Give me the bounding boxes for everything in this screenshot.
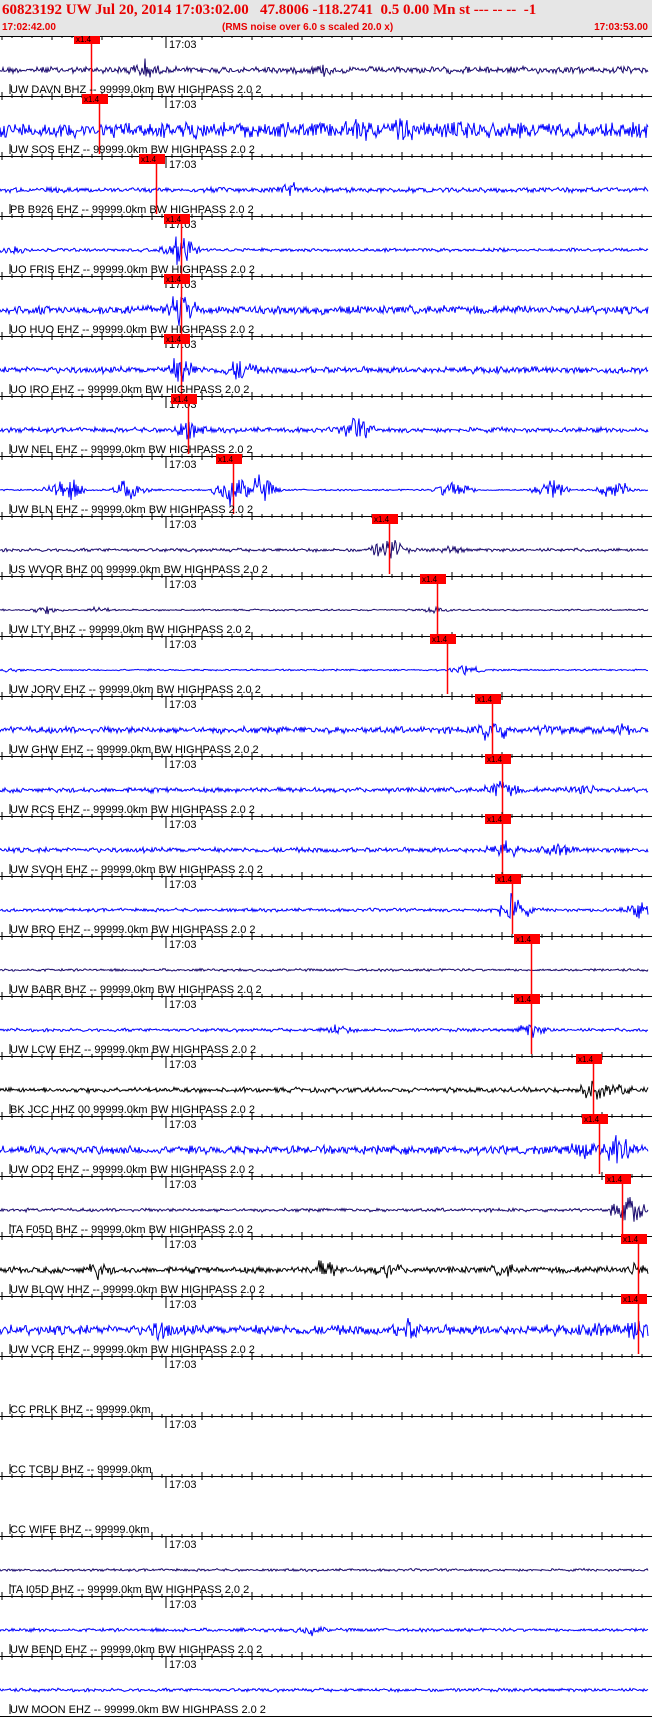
pick-label: x1.4	[166, 275, 182, 284]
channel-label: UW MOON EHZ -- 99999.0km BW HIGHPASS 2.0…	[10, 1704, 266, 1716]
seismogram-plot: 17:03x1.4UW DAVN BHZ -- 99999.0km BW HIG…	[0, 36, 652, 1717]
time-tick-label: 17:03	[169, 999, 197, 1011]
time-tick-label: 17:03	[169, 1239, 197, 1251]
pick-label: x1.4	[578, 1055, 594, 1064]
pick-label: x1.4	[84, 95, 100, 104]
time-tick-label: 17:03	[169, 759, 197, 771]
end-time: 17:03:53.00	[594, 22, 648, 33]
time-tick-label: 17:03	[169, 819, 197, 831]
pick-label: x1.4	[422, 575, 438, 584]
channel-label: CC WIFE BHZ -- 99999.0km	[10, 1524, 149, 1536]
waveform-line	[0, 723, 649, 741]
waveform-line	[0, 296, 649, 326]
time-tick-label: 17:03	[169, 519, 197, 531]
pick-label: x1.4	[76, 36, 92, 44]
time-tick-label: 17:03	[169, 1179, 197, 1191]
time-tick-label: 17:03	[169, 699, 197, 711]
time-tick-label: 17:03	[169, 639, 197, 651]
channel-label: TA F05D BHZ -- 99999.0km BW HIGHPASS 2.0…	[10, 1224, 253, 1236]
channel-label: UW BLOW HHZ -- 99999.0km BW HIGHPASS 2.0…	[10, 1284, 265, 1296]
waveform-line	[0, 1260, 649, 1281]
pick-label: x1.4	[584, 1115, 600, 1124]
pick-label: x1.4	[516, 995, 532, 1004]
channel-label: UW BEND EHZ -- 99999.0km BW HIGHPASS 2.0…	[10, 1644, 262, 1656]
channel-label: UW DAVN BHZ -- 99999.0km BW HIGHPASS 2.0…	[10, 84, 261, 96]
waveform-line	[0, 1080, 649, 1100]
channel-label: UO IRO EHZ -- 99999.0km BW HIGHPASS 2.0 …	[10, 384, 249, 396]
pick-label: x1.4	[432, 635, 448, 644]
pick-label: x1.4	[141, 155, 157, 164]
rms-subtitle: (RMS noise over 6.0 s scaled 20.0 x)	[222, 22, 394, 33]
waveform-line	[0, 358, 649, 382]
channel-label: UW LTY BHZ -- 99999.0km BW HIGHPASS 2.0 …	[10, 624, 251, 636]
waveform-line	[0, 182, 649, 197]
time-tick-label: 17:03	[169, 879, 197, 891]
channel-label: UW JORV EHZ -- 99999.0km BW HIGHPASS 2.0…	[10, 684, 261, 696]
time-tick-label: 17:03	[169, 159, 197, 171]
waveform-line	[0, 1687, 649, 1694]
plot-header: 60823192 UW Jul 20, 2014 17:03:02.00 47.…	[0, 0, 652, 36]
pick-label: x1.4	[173, 395, 189, 404]
waveform-line	[0, 1197, 649, 1222]
waveform-line	[0, 664, 649, 676]
pick-label: x1.4	[477, 695, 493, 704]
waveform-line	[0, 1024, 649, 1038]
time-tick-label: 17:03	[169, 1059, 197, 1071]
channel-label: US WVOR BHZ 00 99999.0km BW HIGHPASS 2.0…	[10, 564, 268, 576]
waveform-line	[0, 540, 649, 559]
waveform-line	[0, 1625, 649, 1637]
waveform-line	[0, 417, 649, 440]
waveform-line	[0, 780, 649, 797]
waveform-line	[0, 236, 649, 265]
pick-label: x1.4	[607, 1175, 623, 1184]
time-tick-label: 17:03	[169, 579, 197, 591]
pick-label: x1.4	[166, 215, 182, 224]
time-tick-label: 17:03	[169, 1419, 197, 1431]
channel-label: UW LCW EHZ -- 99999.0km BW HIGHPASS 2.0 …	[10, 1044, 256, 1056]
pick-label: x1.4	[623, 1295, 639, 1304]
time-tick-label: 17:03	[169, 39, 197, 51]
start-time: 17:02:42.00	[2, 22, 56, 33]
waveform-line	[0, 1567, 649, 1573]
time-tick-label: 17:03	[169, 1659, 197, 1671]
channel-label: UW BRO EHZ -- 99999.0km BW HIGHPASS 2.0 …	[10, 924, 256, 936]
pick-label: x1.4	[497, 875, 513, 884]
waveform-line	[0, 1135, 649, 1164]
waveform-line	[0, 1318, 649, 1342]
waveform-line	[0, 474, 648, 506]
time-tick-label: 17:03	[169, 99, 197, 111]
pick-label: x1.4	[487, 755, 503, 764]
time-tick-label: 17:03	[169, 1479, 197, 1491]
pick-label: x1.4	[218, 455, 234, 464]
pick-label: x1.4	[166, 335, 182, 344]
time-tick-label: 17:03	[169, 1599, 197, 1611]
event-title: 60823192 UW Jul 20, 2014 17:03:02.00 47.…	[2, 2, 537, 18]
waveform-line	[0, 840, 649, 859]
waveform-line	[0, 893, 649, 920]
channel-label: UW GHW EHZ -- 99999.0km BW HIGHPASS 2.0 …	[10, 744, 259, 756]
waveform-line	[0, 118, 649, 141]
channel-label: CC TCBU BHZ -- 99999.0km	[10, 1464, 152, 1476]
waveform-line	[0, 58, 649, 78]
time-tick-label: 17:03	[169, 1119, 197, 1131]
channel-label: CC PRLK BHZ -- 99999.0km	[10, 1404, 151, 1416]
waveform-line	[0, 605, 649, 615]
pick-label: x1.4	[623, 1235, 639, 1244]
time-tick-label: 17:03	[169, 459, 197, 471]
pick-label: x1.4	[516, 935, 532, 944]
pick-label: x1.4	[487, 815, 503, 824]
time-tick-label: 17:03	[169, 1299, 197, 1311]
time-tick-label: 17:03	[169, 1359, 197, 1371]
pick-label: x1.4	[374, 515, 390, 524]
channel-label: UW SVOH EHZ -- 99999.0km BW HIGHPASS 2.0…	[10, 864, 263, 876]
time-tick-label: 17:03	[169, 939, 197, 951]
channel-label: TA I05D BHZ -- 99999.0km BW HIGHPASS 2.0…	[10, 1584, 249, 1596]
channel-label: UW BABR BHZ -- 99999.0km BW HIGHPASS 2.0…	[10, 984, 262, 996]
time-tick-label: 17:03	[169, 1539, 197, 1551]
waveform-line	[0, 967, 649, 973]
